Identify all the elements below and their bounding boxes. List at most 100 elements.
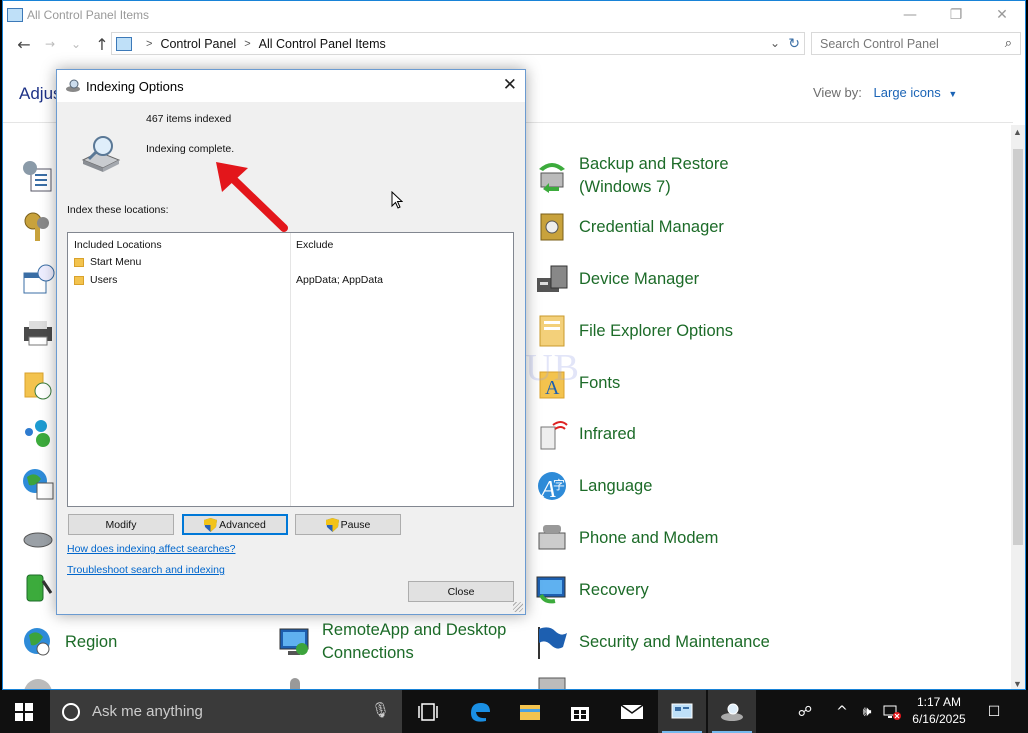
taskbar-app-edge[interactable] (456, 690, 504, 733)
administrative-tools-icon[interactable] (21, 159, 55, 193)
cp-item-label: Phone and Modem (579, 528, 719, 547)
phone-modem-icon (535, 521, 569, 555)
recent-locations-button[interactable]: ⌄ (63, 31, 89, 57)
close-window-button[interactable]: ✕ (979, 1, 1025, 29)
troubleshoot-link[interactable]: Troubleshoot search and indexing (67, 564, 225, 576)
credential-manager-icon (535, 210, 569, 244)
cp-item-recovery[interactable]: Recovery (535, 573, 649, 607)
network-icon (883, 705, 901, 720)
folder-icon (74, 257, 84, 267)
list-item[interactable]: Users (74, 274, 117, 286)
calendar-clock-icon[interactable] (21, 263, 55, 297)
refresh-icon[interactable]: ↻ (788, 35, 800, 52)
cp-item-language[interactable]: A字 Language (535, 469, 652, 503)
cp-item-file-explorer-options[interactable]: File Explorer Options (535, 314, 733, 348)
infrared-icon (535, 417, 569, 451)
storage-spaces-icon[interactable] (535, 676, 569, 689)
indexing-magnifier-drive-icon (81, 136, 121, 172)
power-options-icon[interactable] (21, 571, 55, 605)
sound-icon[interactable] (21, 676, 55, 689)
microphone-icon[interactable]: 🎙 (371, 701, 390, 719)
cp-item-label: Infrared (579, 424, 636, 443)
caret-down-icon[interactable]: ▼ (948, 89, 957, 99)
dialog-close-icon[interactable]: ✕ (503, 75, 517, 95)
maximize-button[interactable]: ❐ (933, 1, 979, 29)
windows-logo-icon (15, 702, 33, 721)
internet-options-icon[interactable] (21, 467, 55, 501)
modify-button[interactable]: Modify (68, 514, 174, 535)
region-icon (21, 625, 55, 659)
breadcrumb-all-items[interactable]: All Control Panel Items (259, 37, 386, 51)
red-arrow-annotation (216, 162, 288, 232)
cp-item-backup-restore[interactable]: Backup and Restore (Windows 7) (535, 153, 765, 199)
location-name: Users (90, 274, 118, 286)
back-button[interactable]: ← (11, 31, 37, 57)
scroll-thumb[interactable] (1013, 149, 1023, 545)
network-disconnected-icon[interactable] (881, 690, 903, 733)
svg-text:字: 字 (553, 477, 565, 492)
indexing-options-icon (721, 703, 743, 721)
taskbar-search-box[interactable]: Ask me anything 🎙 (50, 690, 402, 733)
keys-icon[interactable] (21, 209, 55, 243)
taskbar-app-mail[interactable] (608, 690, 656, 733)
forward-button[interactable]: → (37, 31, 63, 57)
breadcrumb-control-panel[interactable]: Control Panel (160, 37, 236, 51)
cp-item-region[interactable]: Region (21, 625, 117, 659)
taskbar-app-control-panel[interactable] (658, 690, 706, 733)
folder-history-icon[interactable] (21, 367, 55, 401)
advanced-label: Advanced (219, 518, 266, 531)
uac-shield-icon (204, 517, 218, 532)
taskbar-app-file-explorer[interactable] (506, 690, 554, 733)
clock[interactable]: 1:17 AM 6/16/2025 (906, 694, 972, 728)
cp-item-label: Fonts (579, 373, 621, 392)
indexing-options-icon (66, 79, 80, 92)
how-indexing-link[interactable]: How does indexing affect searches? (67, 543, 236, 555)
scroll-down-icon[interactable]: ▼ (1013, 679, 1022, 689)
cp-item-label: Backup and Restore (Windows 7) (579, 155, 729, 196)
search-icon[interactable]: ⌕ (1005, 35, 1012, 51)
cp-item-label: Region (65, 632, 118, 651)
cp-item-phone-modem[interactable]: Phone and Modem (535, 521, 718, 555)
taskbar: Ask me anything 🎙 ☍ ^ 🕪 1:17 AM 6/16/202… (0, 690, 1028, 733)
cp-item-device-manager[interactable]: Device Manager (535, 262, 699, 296)
list-item[interactable]: Start Menu (74, 256, 141, 268)
cp-item-label: File Explorer Options (579, 321, 734, 340)
volume-icon[interactable]: 🕪 (856, 690, 878, 733)
cp-item-security-maintenance[interactable]: Security and Maintenance (535, 625, 770, 659)
cp-item-label: Language (579, 476, 653, 495)
close-button[interactable]: Close (408, 581, 514, 602)
homegroup-icon[interactable] (21, 416, 55, 450)
speech-recognition-icon[interactable] (278, 676, 312, 689)
task-view-button[interactable] (404, 690, 452, 733)
pause-button[interactable]: Pause (295, 514, 401, 535)
printer-icon[interactable] (21, 315, 55, 349)
clock-time: 1:17 AM (916, 695, 962, 709)
search-placeholder: Search Control Panel (820, 37, 939, 51)
address-bar[interactable]: > Control Panel > All Control Panel Item… (111, 32, 805, 55)
action-center-icon[interactable]: ☐ (982, 690, 1006, 733)
people-icon[interactable]: ☍ (792, 690, 818, 733)
cp-item-credential-manager[interactable]: Credential Manager (535, 210, 724, 244)
location-exclude: AppData; AppData (296, 274, 383, 286)
show-hidden-icons-chevron-icon[interactable]: ^ (832, 690, 852, 733)
remoteapp-icon (278, 625, 312, 659)
device-manager-icon (535, 262, 569, 296)
advanced-button[interactable]: Advanced (182, 514, 288, 535)
mouse-icon[interactable] (21, 522, 55, 556)
taskbar-app-indexing-options[interactable] (708, 690, 756, 733)
vertical-scrollbar[interactable]: ▲ ▼ (1011, 125, 1025, 689)
indexing-options-dialog: Indexing Options ✕ 467 items indexed Ind… (56, 69, 526, 615)
file-explorer-options-icon (535, 314, 569, 348)
scroll-up-icon[interactable]: ▲ (1013, 127, 1022, 137)
resize-grip[interactable] (513, 602, 523, 612)
items-indexed-count: 467 items indexed (146, 113, 232, 125)
search-input[interactable]: Search Control Panel ⌕ (811, 32, 1021, 55)
cp-item-infrared[interactable]: Infrared (535, 417, 636, 451)
taskbar-app-store[interactable] (556, 690, 604, 733)
cp-item-remoteapp[interactable]: RemoteApp and Desktop Connections (278, 619, 508, 665)
start-button[interactable] (0, 690, 48, 733)
view-by-dropdown[interactable]: Large icons (874, 85, 941, 100)
cp-item-label: RemoteApp and Desktop Connections (322, 621, 507, 662)
address-dropdown-icon[interactable]: ⌄ (770, 36, 780, 50)
minimize-button[interactable]: — (887, 1, 933, 29)
